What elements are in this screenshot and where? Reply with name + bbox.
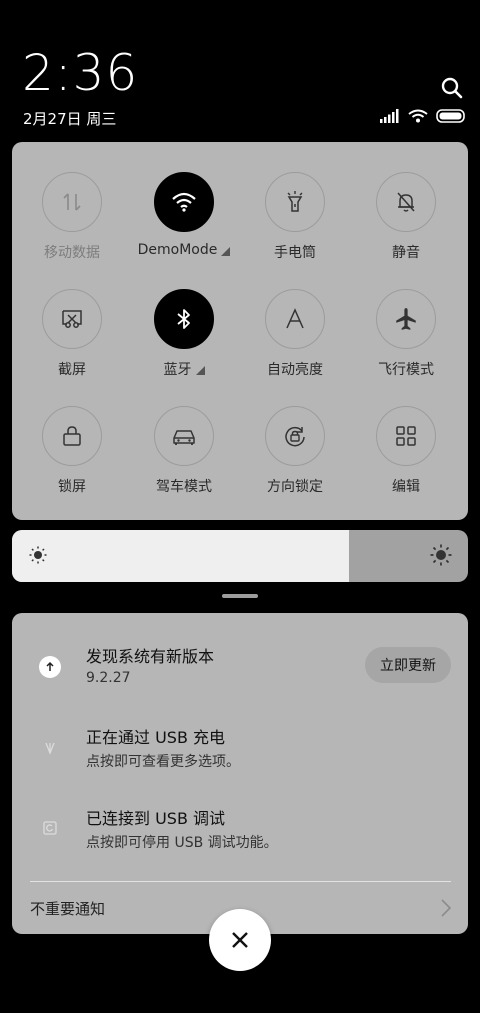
tile-auto-brightness[interactable]: 自动亮度 — [239, 289, 351, 379]
brightness-low-icon — [29, 546, 47, 568]
tile-label: 截屏 — [58, 362, 86, 378]
menu-indicator-icon — [221, 246, 231, 256]
tile-label: 编辑 — [392, 479, 420, 495]
lock-icon — [42, 406, 102, 466]
tile-label-text: DemoMode — [137, 242, 218, 258]
tile-label: 飞行模式 — [378, 362, 434, 378]
signal-icon — [380, 108, 400, 127]
tile-label: 静音 — [392, 245, 420, 261]
tile-label: 驾车模式 — [156, 479, 212, 495]
notification-title: 发现系统有新版本 — [86, 647, 215, 666]
flashlight-icon — [265, 172, 325, 232]
screenshot-icon — [42, 289, 102, 349]
notification-text: 点按即可查看更多选项。 — [86, 754, 240, 770]
tile-airplane[interactable]: 飞行模式 — [350, 289, 462, 379]
unimportant-notifications-link[interactable]: 不重要通知 — [30, 898, 105, 919]
date-text: 2月27日 周三 — [23, 110, 117, 128]
bluetooth-icon — [154, 289, 214, 349]
chevron-right-icon[interactable] — [440, 898, 452, 922]
notification-text: 9.2.27 — [86, 670, 131, 686]
brightness-fill — [12, 530, 350, 582]
rotation-lock-icon — [265, 406, 325, 466]
tile-edit[interactable]: 编辑 — [350, 406, 462, 496]
tile-rotation-lock[interactable]: 方向锁定 — [239, 406, 351, 496]
close-button[interactable] — [209, 909, 271, 971]
tile-label: 自动亮度 — [267, 362, 323, 378]
wifi-icon — [154, 172, 214, 232]
update-now-button[interactable]: 立即更新 — [365, 647, 451, 683]
tile-label: 蓝牙 — [164, 359, 205, 379]
drag-handle[interactable] — [222, 594, 258, 598]
battery-icon — [436, 108, 466, 127]
notification-title: 已连接到 USB 调试 — [86, 809, 226, 828]
wifi-status-icon — [408, 108, 428, 127]
clock-time: 2:36 — [22, 44, 139, 102]
quick-settings-panel: 移动数据 DemoMode 手电筒 静音 截屏 蓝牙 自动亮度 飞行模式 锁屏 … — [12, 142, 468, 520]
status-icons — [380, 108, 466, 127]
tile-label: 移动数据 — [44, 245, 100, 261]
notification-text: 点按即可停用 USB 调试功能。 — [86, 835, 278, 851]
auto-brightness-icon — [265, 289, 325, 349]
notification-panel: 发现系统有新版本 9.2.27 立即更新 正在通过 USB 充电 点按即可查看更… — [12, 613, 468, 934]
debug-icon — [39, 817, 61, 839]
menu-indicator-icon — [195, 365, 205, 375]
search-icon[interactable] — [440, 76, 464, 100]
bell-off-icon — [376, 172, 436, 232]
tile-label: DemoMode — [138, 242, 231, 258]
tile-mobile-data[interactable]: 移动数据 — [16, 172, 128, 262]
airplane-icon — [376, 289, 436, 349]
tile-flashlight[interactable]: 手电筒 — [239, 172, 351, 262]
mobile-data-icon — [42, 172, 102, 232]
upload-arrow-icon — [39, 656, 61, 678]
tile-label-text: 蓝牙 — [163, 362, 192, 378]
tile-label: 手电筒 — [274, 245, 316, 261]
notification-title: 正在通过 USB 充电 — [86, 728, 226, 747]
tile-mute[interactable]: 静音 — [350, 172, 462, 262]
tile-screenshot[interactable]: 截屏 — [16, 289, 128, 379]
usb-icon — [39, 737, 61, 759]
divider — [30, 881, 451, 882]
tile-label: 锁屏 — [58, 479, 86, 495]
brightness-slider[interactable] — [12, 530, 468, 582]
tile-driving-mode[interactable]: 驾车模式 — [128, 406, 240, 496]
car-icon — [154, 406, 214, 466]
tile-bluetooth[interactable]: 蓝牙 — [128, 289, 240, 379]
tile-label: 方向锁定 — [267, 479, 323, 495]
close-icon — [232, 932, 248, 948]
tile-lock-screen[interactable]: 锁屏 — [16, 406, 128, 496]
grid-edit-icon — [376, 406, 436, 466]
brightness-high-icon — [430, 544, 452, 570]
tile-wifi[interactable]: DemoMode — [128, 172, 240, 258]
